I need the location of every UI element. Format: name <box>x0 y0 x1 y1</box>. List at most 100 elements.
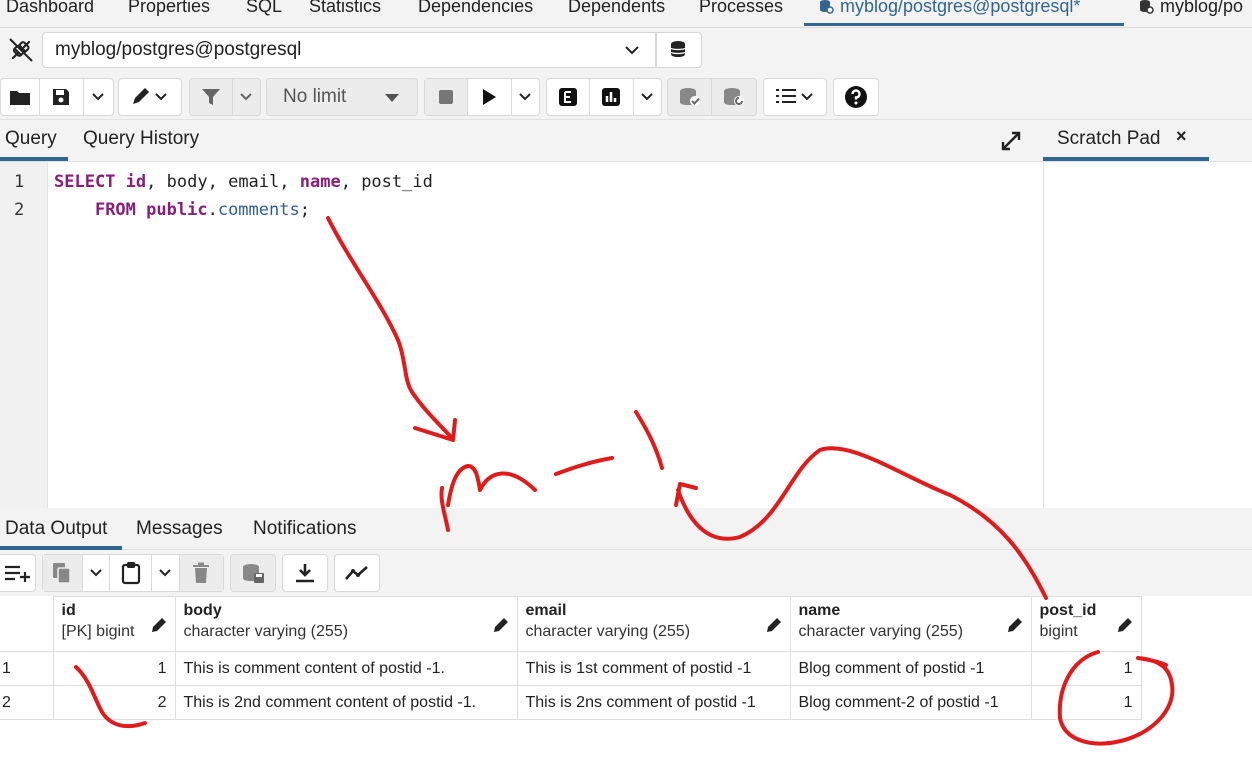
row-number[interactable]: 1 <box>0 651 54 686</box>
filter-icon <box>201 89 220 105</box>
add-row-button[interactable] <box>0 554 36 592</box>
schema-public: public <box>146 200 208 220</box>
chart-icon <box>602 88 621 106</box>
delete-button[interactable] <box>179 555 224 591</box>
tab-query-tool-2[interactable]: myblog/po <box>1138 0 1243 17</box>
explain-button[interactable] <box>547 79 591 115</box>
help-icon <box>845 86 867 108</box>
copy-button[interactable] <box>43 555 83 591</box>
clipboard-icon <box>121 562 140 585</box>
filter-options-dropdown[interactable] <box>233 79 260 115</box>
copy-options-dropdown[interactable] <box>83 555 111 591</box>
table-row: 1 1 This is comment content of postid -1… <box>0 651 1142 686</box>
row-number[interactable]: 2 <box>0 685 54 720</box>
commit-button[interactable] <box>668 79 713 115</box>
tab-notifications[interactable]: Notifications <box>253 518 357 540</box>
separator: , <box>146 172 167 192</box>
column-name: name <box>299 172 341 192</box>
copy-icon <box>53 563 72 584</box>
tab-processes[interactable]: Processes <box>699 0 783 17</box>
paste-options-dropdown[interactable] <box>152 555 180 591</box>
stop-button[interactable] <box>425 79 469 115</box>
column-type: character varying (255) <box>183 623 349 640</box>
tab-messages[interactable]: Messages <box>136 518 223 540</box>
table-row: 2 2 This is 2nd comment content of posti… <box>0 685 1142 720</box>
expand-icon[interactable] <box>1000 130 1022 152</box>
data-grid: id [PK] bigint body character varying (2… <box>0 596 1142 720</box>
column-header-email[interactable]: email character varying (255) <box>516 596 791 652</box>
cell-post-id[interactable]: 1 <box>1030 651 1142 686</box>
save-data-button[interactable] <box>230 554 276 592</box>
column-header-body[interactable]: body character varying (255) <box>174 596 518 652</box>
tab-query-tool-active[interactable]: myblog/postgres@postgresql* <box>818 0 1080 17</box>
cell-id[interactable]: 2 <box>52 685 176 720</box>
tab-dashboard[interactable]: Dashboard <box>6 0 94 17</box>
paste-button[interactable] <box>110 555 152 591</box>
tab-query-history[interactable]: Query History <box>83 128 199 150</box>
line-chart-icon <box>345 566 368 580</box>
connection-select[interactable]: myblog/postgres@postgresql <box>42 32 656 68</box>
cell-name[interactable]: Blog comment-2 of postid -1 <box>789 685 1032 720</box>
editor-line-1: SELECT id, body, email, name, post_id <box>54 172 433 192</box>
cell-email[interactable]: This is 2ns comment of postid -1 <box>516 685 791 720</box>
column-name: email <box>525 602 567 619</box>
execute-options-dropdown[interactable] <box>512 79 540 115</box>
cell-body[interactable]: This is 2nd comment content of postid -1… <box>174 685 518 720</box>
open-file-button[interactable] <box>1 79 41 115</box>
database-save-icon <box>243 564 264 583</box>
save-file-button[interactable] <box>40 79 84 115</box>
row-actions-group <box>42 554 224 592</box>
help-button[interactable] <box>833 78 879 116</box>
folder-icon <box>10 91 31 105</box>
tab-query[interactable]: Query <box>5 128 57 150</box>
row-limit-value: No limit <box>283 86 347 107</box>
filter-button[interactable] <box>190 79 233 115</box>
execute-button[interactable] <box>468 79 512 115</box>
cell-post-id[interactable]: 1 <box>1030 685 1142 720</box>
tab-properties[interactable]: Properties <box>128 0 210 17</box>
scratch-pad-panel[interactable] <box>1043 120 1252 508</box>
row-number-header[interactable] <box>0 596 54 652</box>
table-comments: comments <box>217 200 300 220</box>
column-header-id[interactable]: id [PK] bigint <box>52 596 176 652</box>
tab-sql[interactable]: SQL <box>246 0 282 17</box>
column-type: character varying (255) <box>798 623 964 640</box>
chevron-down-icon <box>519 93 531 101</box>
macros-button[interactable] <box>763 78 827 116</box>
tab-dependents[interactable]: Dependents <box>568 0 665 17</box>
scratch-pad-tab[interactable]: Scratch Pad <box>1057 128 1161 150</box>
rollback-button[interactable] <box>712 79 756 115</box>
cell-name[interactable]: Blog comment of postid -1 <box>789 651 1032 686</box>
dot: . <box>207 200 218 220</box>
row-limit-select[interactable]: No limit <box>266 78 418 116</box>
save-options-dropdown[interactable] <box>84 79 113 115</box>
cell-id[interactable]: 1 <box>52 651 176 686</box>
query-tool-icon <box>1140 0 1154 14</box>
explain-icon <box>559 88 578 106</box>
line-number: 1 <box>14 172 25 192</box>
editor-gutter: 1 2 <box>0 162 48 508</box>
column-header-name[interactable]: name character varying (255) <box>789 596 1032 652</box>
pencil-icon <box>1007 618 1022 632</box>
column-email: email <box>228 172 280 192</box>
cell-body[interactable]: This is comment content of postid -1. <box>174 651 518 686</box>
tab-dependencies[interactable]: Dependencies <box>418 0 533 17</box>
close-icon[interactable]: × <box>1176 126 1187 147</box>
tab-statistics[interactable]: Statistics <box>309 0 381 17</box>
column-header-post-id[interactable]: post_id bigint <box>1030 596 1142 652</box>
pencil-icon <box>1117 618 1132 632</box>
explain-options-dropdown[interactable] <box>634 79 662 115</box>
tab-query-tool-label: myblog/postgres@postgresql* <box>840 0 1081 16</box>
tab-data-output[interactable]: Data Output <box>5 518 107 540</box>
column-id: id <box>125 172 147 192</box>
download-button[interactable] <box>282 554 328 592</box>
sql-editor[interactable]: SELECT id, body, email, name, post_id FR… <box>48 162 1042 508</box>
separator: , <box>340 172 362 192</box>
edit-button[interactable] <box>118 78 182 116</box>
new-connection-button[interactable] <box>656 32 702 68</box>
graph-visualiser-button[interactable] <box>334 554 380 592</box>
explain-analyze-button[interactable] <box>590 79 634 115</box>
connection-status-icon[interactable] <box>4 34 38 66</box>
cell-email[interactable]: This is 1st comment of postid -1 <box>516 651 791 686</box>
